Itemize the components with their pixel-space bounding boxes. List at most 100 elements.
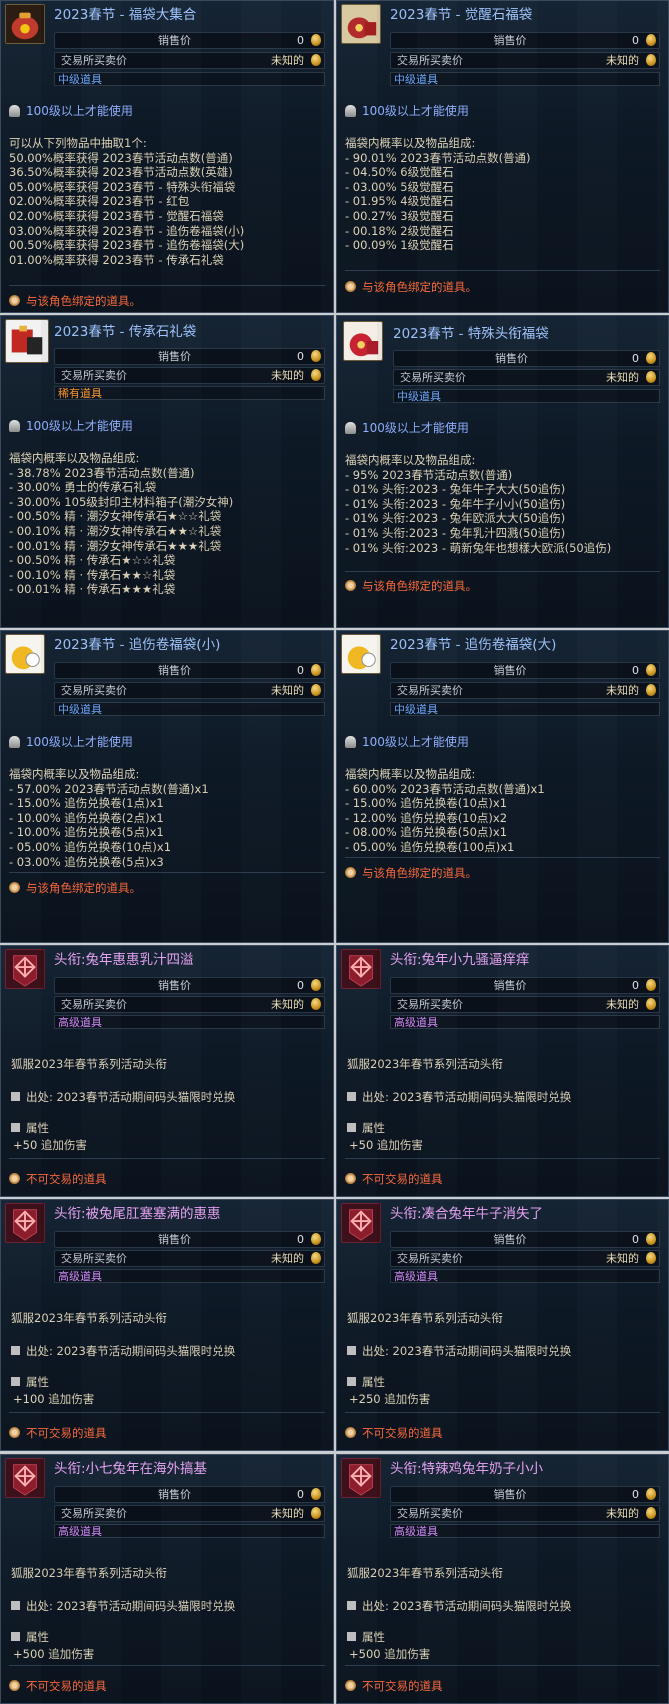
content-line: - 30.00% 勇士的传承石礼袋 [9, 480, 157, 495]
level-requirement: 100级以上才能使用 [345, 733, 469, 750]
item-description: 狐服2023年春节系列活动头衔 [11, 1057, 167, 1071]
trade-price-row: 交易所买卖价 未知的 [54, 1505, 325, 1522]
content-line: - 05.00% 追伤兑换卷(100点)x1 [345, 839, 515, 854]
tooltip-headwear-title: 头衔:兔年小九骚逼痒痒 销售价 0 交易所买卖价 未知的 高级道具 狐服2023… [336, 945, 669, 1197]
content-line: 03.00%概率获得 2023春节 - 追伤卷福袋(小) [9, 223, 245, 238]
bound-notice: 与该角色绑定的道具。 [345, 578, 477, 594]
content-line: - 90.01% 2023春节活动点数(普通) [345, 150, 531, 165]
content-line: - 10.00% 追伤兑换卷(2点)x1 [9, 810, 164, 825]
coin-icon [646, 1488, 656, 1500]
content-line: - 00.09% 1级觉醒石 [345, 238, 454, 253]
tooltip-awakening-stone-bag: 2023春节 - 觉醒石福袋 销售价 0 交易所买卖价 未知的 中级道具 100… [336, 0, 669, 313]
gift-bag-icon [5, 319, 49, 363]
item-description: 狐服2023年春节系列活动头衔 [347, 1311, 503, 1325]
item-grade: 中级道具 [390, 702, 660, 716]
trade-price-row: 交易所买卖价 未知的 [390, 52, 660, 69]
sell-price-row: 销售价 0 [390, 1231, 660, 1248]
item-source: 出处: 2023春节活动期间码头猫限时兑换 [11, 1343, 235, 1359]
helmet-icon [345, 736, 356, 748]
trade-price-row: 交易所买卖价 未知的 [54, 367, 325, 384]
trade-price-row: 交易所买卖价 未知的 [54, 996, 325, 1013]
item-title: 头衔:特辣鸡兔年奶子小小 [390, 1461, 544, 1477]
bind-icon [9, 1680, 20, 1691]
coin-icon [646, 664, 656, 676]
level-requirement: 100级以上才能使用 [9, 417, 133, 434]
item-title: 头衔:兔年小九骚逼痒痒 [390, 952, 530, 968]
sell-price-row: 销售价 0 [54, 1486, 325, 1503]
attribute-header: 属性 [347, 1374, 385, 1390]
item-title: 2023春节 - 福袋大集合 [54, 7, 197, 23]
sell-price-row: 销售价 0 [54, 977, 325, 994]
item-description: 狐服2023年春节系列活动头衔 [347, 1566, 503, 1580]
scroll-bag-large-icon [341, 634, 381, 674]
bound-notice: 与该角色绑定的道具。 [9, 880, 141, 896]
coin-icon [311, 54, 321, 66]
divider [345, 1158, 660, 1159]
item-title: 2023春节 - 觉醒石福袋 [390, 7, 533, 23]
content-line: - 03.00% 追伤兑换卷(5点)x3 [9, 854, 164, 869]
helmet-icon [345, 422, 356, 434]
attribute-header: 属性 [11, 1120, 49, 1136]
item-grade: 高级道具 [390, 1015, 660, 1029]
content-line: - 04.50% 6级觉醒石 [345, 165, 454, 180]
scroll-bag-small-icon [5, 634, 45, 674]
content-line: - 01% 头衔:2023 - 兔年牛子小小(50追伤) [345, 496, 566, 511]
content-line: - 03.00% 5级觉醒石 [345, 179, 454, 194]
bind-icon [9, 295, 20, 306]
square-bullet-icon [347, 1377, 356, 1386]
item-grade: 高级道具 [390, 1269, 660, 1283]
bind-icon [345, 580, 356, 591]
item-contents: 福袋内概率以及物品组成: - 90.01% 2023春节活动点数(普通) - 04.… [345, 136, 662, 253]
content-line: - 60.00% 2023春节活动点数(普通)x1 [345, 781, 545, 796]
tooltip-headwear-title: 头衔:凑合兔年牛子消失了 销售价 0 交易所买卖价 未知的 高级道具 狐服202… [336, 1199, 669, 1451]
content-line: 福袋内概率以及物品组成: [345, 453, 476, 467]
coin-icon [311, 979, 321, 991]
sell-price-row: 销售价 0 [54, 32, 325, 49]
content-line: - 00.27% 3级觉醒石 [345, 208, 454, 223]
sell-price-row: 销售价 0 [390, 977, 660, 994]
divider [9, 1665, 325, 1666]
content-line: 02.00%概率获得 2023春节 - 觉醒石福袋 [9, 208, 224, 223]
item-title: 2023春节 - 传承石礼袋 [54, 324, 197, 340]
tooltip-headwear-title: 头衔:特辣鸡兔年奶子小小 销售价 0 交易所买卖价 未知的 高级道具 狐服202… [336, 1454, 669, 1704]
divider [9, 1412, 325, 1413]
item-description: 狐服2023年春节系列活动头衔 [347, 1057, 503, 1071]
coin-icon [311, 1252, 321, 1264]
coin-icon [646, 371, 656, 383]
sell-price-row: 销售价 0 [54, 1231, 325, 1248]
attribute-header: 属性 [11, 1374, 49, 1390]
awaken-bag-icon [341, 4, 381, 44]
sell-price-row: 销售价 0 [390, 662, 660, 679]
item-title: 2023春节 - 特殊头衔福袋 [393, 326, 549, 342]
trade-price-row: 交易所买卖价 未知的 [390, 996, 660, 1013]
coin-icon [646, 998, 656, 1010]
content-line: - 08.00% 追伤兑换卷(50点)x1 [345, 825, 508, 840]
knot-icon [5, 1458, 45, 1498]
bind-icon [9, 882, 20, 893]
attribute-value: +50 追加伤害 [13, 1138, 87, 1152]
content-line: - 05.00% 追伤兑换卷(10点)x1 [9, 839, 172, 854]
trade-price-row: 交易所买卖价 未知的 [393, 369, 660, 386]
content-line: 00.50%概率获得 2023春节 - 追伤卷福袋(大) [9, 238, 245, 253]
coin-icon [311, 1488, 321, 1500]
content-line: - 00.50% 精 · 传承石★☆☆礼袋 [9, 553, 176, 568]
attribute-value: +250 追加伤害 [349, 1392, 431, 1406]
knot-icon [5, 1203, 45, 1243]
untradeable-notice: 不可交易的道具 [345, 1171, 443, 1187]
content-line: - 00.10% 精 · 潮汐女神传承石★★☆礼袋 [9, 523, 222, 538]
divider [345, 270, 660, 271]
item-grade: 中级道具 [390, 72, 660, 86]
bind-icon [345, 1427, 356, 1438]
attribute-value: +500 追加伤害 [349, 1647, 431, 1661]
coin-icon [311, 664, 321, 676]
untradeable-notice: 不可交易的道具 [9, 1678, 107, 1694]
coin-icon [646, 1252, 656, 1264]
square-bullet-icon [347, 1601, 356, 1610]
square-bullet-icon [11, 1601, 20, 1610]
square-bullet-icon [11, 1346, 20, 1355]
item-title: 头衔:凑合兔年牛子消失了 [390, 1206, 544, 1222]
tooltip-headwear-title: 头衔:小七兔年在海外搞基 销售价 0 交易所买卖价 未知的 高级道具 狐服202… [0, 1454, 334, 1704]
content-line: - 00.18% 2级觉醒石 [345, 223, 454, 238]
level-requirement: 100级以上才能使用 [9, 102, 133, 119]
tooltip-special-title-bag: 2023春节 - 特殊头衔福袋 销售价 0 交易所买卖价 未知的 中级道具 10… [336, 315, 669, 628]
